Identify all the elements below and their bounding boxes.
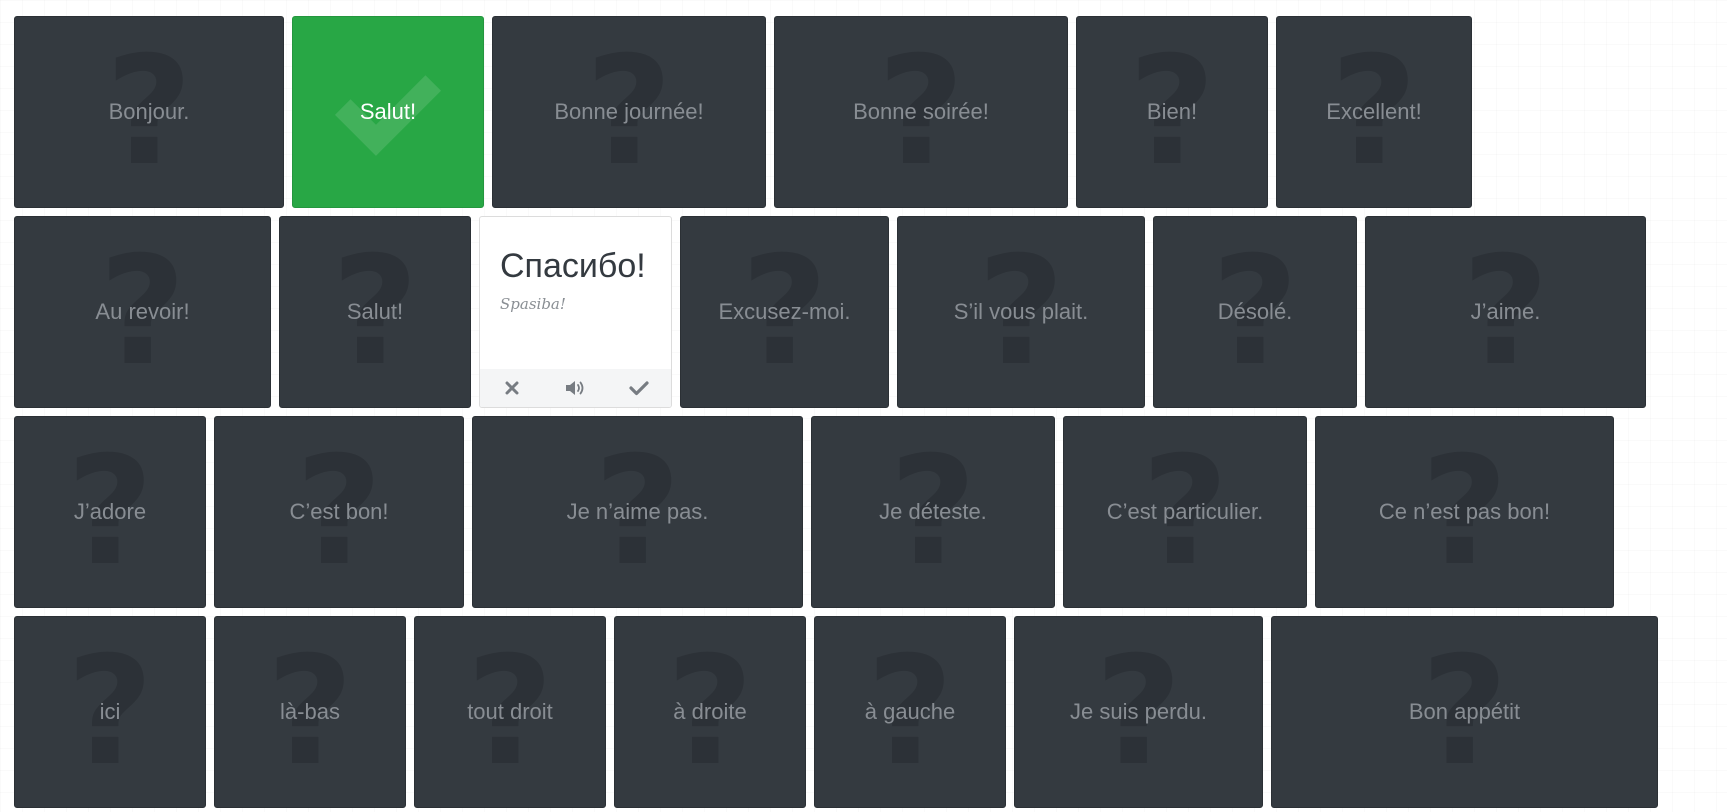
card-label: S’il vous plait. (953, 299, 1089, 324)
card-label: Salut! (346, 299, 404, 324)
card-au-revoir[interactable]: ? Au revoir! (14, 216, 271, 408)
speaker-icon (566, 381, 584, 395)
card-label: Bonjour. (108, 99, 190, 124)
card-bonjour[interactable]: ? Bonjour. (14, 16, 284, 208)
card-row-3: ? J’adore ? C’est bon! ? Je n’aime pas. … (14, 416, 1614, 608)
card-label: Bonne journée! (554, 99, 704, 124)
card-label: Salut! (359, 99, 417, 124)
card-cest-bon[interactable]: ? C’est bon! (214, 416, 464, 608)
play-audio-button[interactable] (555, 373, 595, 403)
card-label: Excellent! (1326, 99, 1422, 124)
card-label: Bonne soirée! (853, 99, 989, 124)
card-label: à gauche (864, 699, 956, 724)
card-label: Désolé. (1217, 299, 1293, 324)
close-icon (505, 381, 519, 395)
card-bonne-journee[interactable]: ? Bonne journée! (492, 16, 766, 208)
card-bon-appetit[interactable]: ? Bon appétit (1271, 616, 1658, 808)
foreign-word: Спасибо! (500, 247, 646, 285)
card-je-suis-perdu[interactable]: ? Je suis perdu. (1014, 616, 1263, 808)
card-ici[interactable]: ? ici (14, 616, 206, 808)
card-label: à droite (673, 699, 747, 724)
card-la-bas[interactable]: ? là-bas (214, 616, 406, 808)
card-label: C’est bon! (289, 499, 389, 524)
card-a-gauche[interactable]: ? à gauche (814, 616, 1006, 808)
card-label: Je n’aime pas. (566, 499, 709, 524)
card-label: Excusez-moi. (718, 299, 851, 324)
card-label: C’est particulier. (1106, 499, 1264, 524)
confirm-button[interactable] (619, 373, 659, 403)
card-label: là-bas (280, 699, 340, 724)
card-label: J’aime. (1470, 299, 1541, 324)
card-jaime[interactable]: ? J’aime. (1365, 216, 1646, 408)
card-bonne-soiree[interactable]: ? Bonne soirée! (774, 16, 1068, 208)
card-label: Bien! (1146, 99, 1198, 124)
card-jadore[interactable]: ? J’adore (14, 416, 206, 608)
card-cest-particulier[interactable]: ? C’est particulier. (1063, 416, 1307, 608)
card-bien[interactable]: ? Bien! (1076, 16, 1268, 208)
checkmark-icon (629, 381, 649, 396)
dismiss-button[interactable] (492, 373, 532, 403)
card-a-droite[interactable]: ? à droite (614, 616, 806, 808)
card-label: Je suis perdu. (1070, 699, 1207, 724)
card-label: ici (99, 699, 121, 724)
card-je-deteste[interactable]: ? Je déteste. (811, 416, 1055, 608)
card-ce-nest-pas-bon[interactable]: ? Ce n’est pas bon! (1315, 416, 1614, 608)
card-actions-bar (480, 369, 671, 407)
card-label: Au revoir! (95, 299, 190, 324)
card-desole[interactable]: ? Désolé. (1153, 216, 1357, 408)
card-sil-vous-plait[interactable]: ? S’il vous plait. (897, 216, 1145, 408)
flashcard-board: ? Bonjour. Salut! ? Bonne journée! ? Bon… (0, 0, 1727, 812)
card-spasibo-flipped: Спасибо! Spasiba! (479, 216, 672, 408)
card-excellent[interactable]: ? Excellent! (1276, 16, 1472, 208)
card-label: Je déteste. (879, 499, 987, 524)
card-label: Bon appétit (1408, 699, 1521, 724)
card-row-4: ? ici ? là-bas ? tout droit ? à droite ?… (14, 616, 1658, 808)
card-label: tout droit (467, 699, 553, 724)
card-salut[interactable]: ? Salut! (279, 216, 471, 408)
card-salut-correct[interactable]: Salut! (292, 16, 484, 208)
card-row-2: ? Au revoir! ? Salut! Спасибо! Spasiba! (14, 216, 1646, 408)
card-label: J’adore (73, 499, 147, 524)
card-tout-droit[interactable]: ? tout droit (414, 616, 606, 808)
card-excusez-moi[interactable]: ? Excusez-moi. (680, 216, 889, 408)
card-je-naime-pas[interactable]: ? Je n’aime pas. (472, 416, 803, 608)
transliteration: Spasiba! (500, 295, 566, 313)
card-row-1: ? Bonjour. Salut! ? Bonne journée! ? Bon… (14, 16, 1472, 208)
card-label: Ce n’est pas bon! (1378, 499, 1551, 524)
